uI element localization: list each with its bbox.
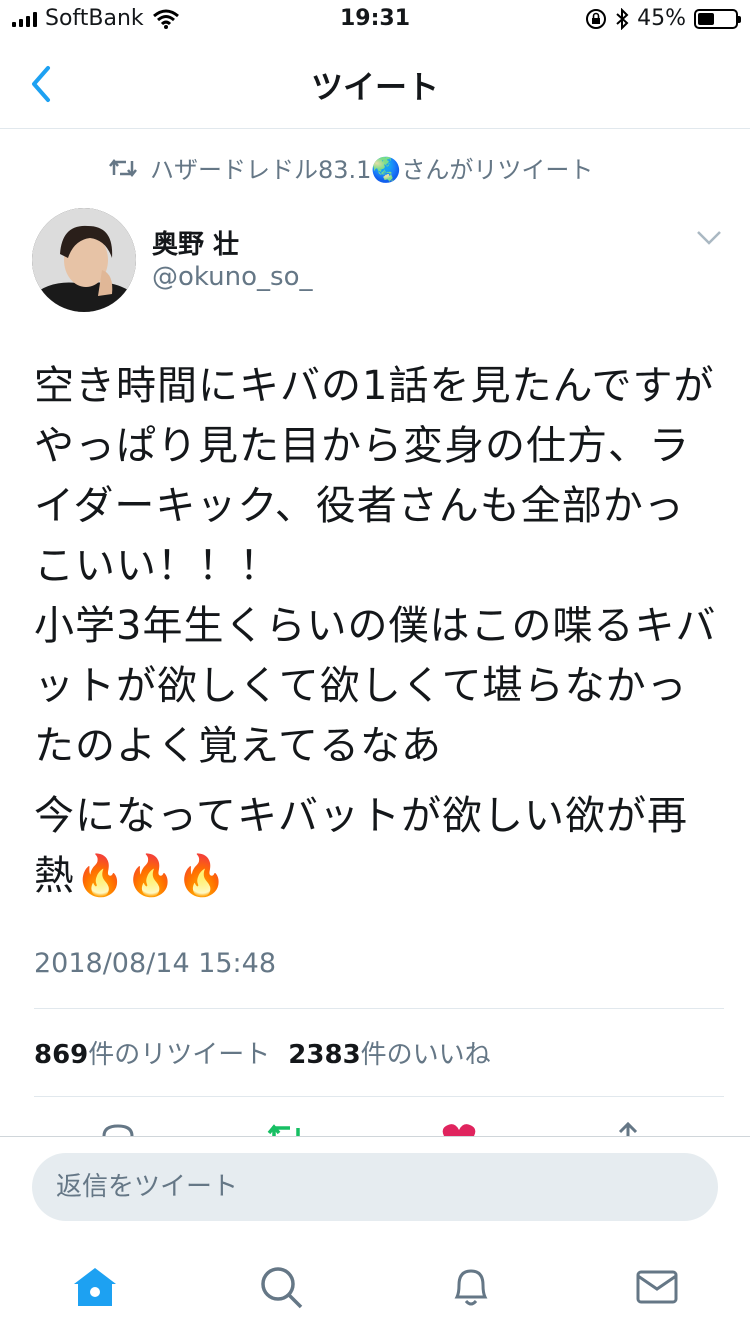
retweeted-by-text: ハザードレドル83.1🌏さんがリツイート <box>150 156 594 184</box>
chevron-down-icon[interactable] <box>696 230 722 246</box>
likes-count: 2383 <box>288 1040 361 1070</box>
tweet-timestamp: 2018/08/14 15:48 <box>34 948 277 979</box>
tweet-paragraph: 空き時間にキバの1話を見たんですがやっぱり見た目から変身の仕方、ライダーキック、… <box>34 363 717 769</box>
tweet-stats: 869件のリツイート 2383件のいいね <box>34 1034 491 1071</box>
retweets-label: 件のリツイート <box>88 1040 271 1070</box>
retweets-count: 869 <box>34 1040 89 1070</box>
retweet-button-icon[interactable] <box>266 1122 306 1136</box>
avatar[interactable] <box>32 208 136 312</box>
like-icon[interactable] <box>440 1122 478 1136</box>
status-right: 45% <box>585 6 741 31</box>
author-name[interactable]: 奥野 壮 <box>152 224 239 261</box>
search-icon <box>261 1267 303 1309</box>
reply-bar <box>0 1136 750 1227</box>
likes-stat[interactable]: 2383件のいいね <box>288 1034 490 1071</box>
retweeted-by-banner[interactable]: ハザードレドル83.1🌏さんがリツイート <box>108 150 593 185</box>
retweets-stat[interactable]: 869件のリツイート <box>34 1034 270 1071</box>
divider <box>34 1008 724 1009</box>
notifications-icon <box>454 1269 488 1306</box>
tab-home[interactable] <box>70 1262 120 1312</box>
tweet-paragraph: 今になってキバットが欲しい欲が再熱🔥🔥🔥 <box>34 793 688 899</box>
tweet-text: 空き時間にキバの1話を見たんですがやっぱり見た目から変身の仕方、ライダーキック、… <box>34 356 724 906</box>
tweet-actions <box>0 1100 750 1136</box>
tab-bar <box>0 1226 750 1334</box>
home-icon <box>74 1268 116 1306</box>
reply-input[interactable] <box>32 1153 718 1221</box>
status-bar: SoftBank 19:31 45% <box>0 0 750 40</box>
battery-fill <box>698 12 714 25</box>
battery-percent: 45% <box>637 6 686 31</box>
rotation-lock-icon <box>586 8 607 29</box>
avatar-image <box>32 208 136 312</box>
divider <box>34 1096 724 1097</box>
author-handle[interactable]: @okuno_so_ <box>152 262 312 292</box>
messages-icon <box>636 1270 678 1304</box>
share-icon[interactable] <box>616 1122 640 1136</box>
reply-icon[interactable] <box>100 1122 136 1136</box>
tab-messages[interactable] <box>632 1262 682 1312</box>
page-title: ツイート <box>310 68 439 106</box>
bluetooth-icon <box>616 7 629 30</box>
likes-label: 件のいいね <box>360 1040 491 1070</box>
tab-notifications[interactable] <box>446 1262 496 1312</box>
retweet-icon <box>109 158 137 177</box>
nav-bar: ツイート <box>0 40 750 129</box>
tab-search[interactable] <box>256 1262 306 1312</box>
battery-icon <box>694 8 741 29</box>
tweet-author: 奥野 壮 @okuno_so_ <box>32 208 722 318</box>
